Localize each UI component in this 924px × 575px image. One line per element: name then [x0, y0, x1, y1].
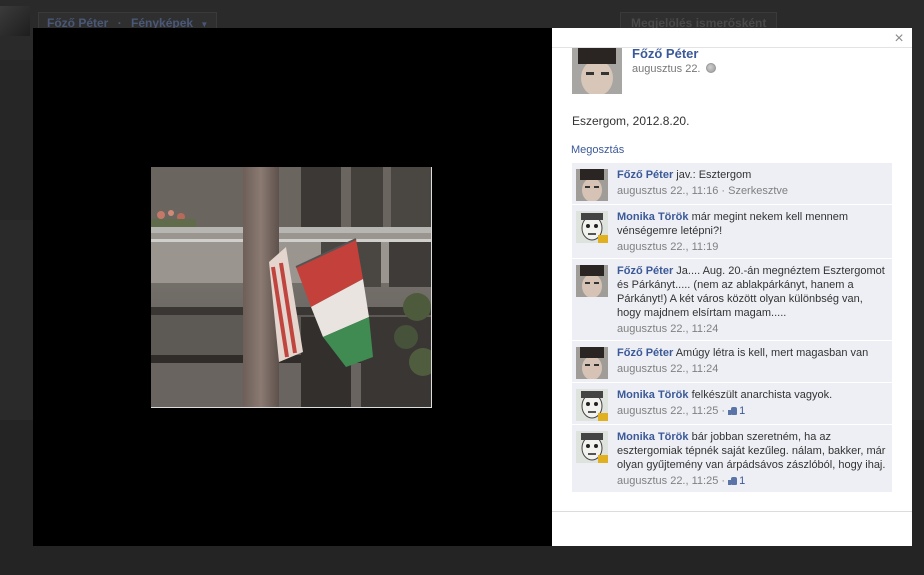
owner-name-link[interactable]: Főző Péter: [632, 46, 698, 61]
commenter-avatar-image: [576, 169, 608, 201]
comment-timestamp[interactable]: augusztus 22., 11:24: [617, 323, 718, 335]
comment-item: Monika Török bár jobban szeretném, ha az…: [572, 425, 892, 493]
commenter-avatar-image: [576, 389, 608, 421]
commenter-name-link[interactable]: Főző Péter: [617, 169, 673, 181]
commenter-name-link[interactable]: Főző Péter: [617, 265, 673, 277]
post-date[interactable]: augusztus 22.: [632, 63, 716, 75]
thumbs-up-icon[interactable]: [728, 406, 738, 415]
comment-meta: augusztus 22., 11:24: [617, 323, 888, 335]
comment-body: Monika Török felkészült anarchista vagyo…: [617, 388, 888, 402]
comment-body: Főző Péter Amúgy létra is kell, mert mag…: [617, 346, 888, 360]
commenter-name-link[interactable]: Monika Török: [617, 431, 689, 443]
comment-text: felkészült anarchista vagyok.: [691, 389, 833, 401]
commenter-avatar-image: [576, 265, 608, 297]
close-icon[interactable]: ×: [892, 31, 906, 47]
comment-meta: augusztus 22., 11:25 · 1: [617, 405, 888, 417]
owner-avatar[interactable]: [572, 48, 622, 94]
thumbs-up-icon[interactable]: [728, 476, 738, 485]
commenter-name-link[interactable]: Monika Török: [617, 389, 689, 401]
comment-body: Főző Péter Ja.... Aug. 20.-án megnéztem …: [617, 264, 888, 320]
comment-meta: augusztus 22., 11:25 · 1: [617, 475, 888, 487]
photo[interactable]: [151, 167, 432, 408]
commenter-avatar[interactable]: [576, 265, 608, 297]
comment-body: Főző Péter jav.: Esztergom: [617, 168, 888, 182]
comment-meta: augusztus 22., 11:24: [617, 363, 888, 375]
photo-caption: Eszergom, 2012.8.20.: [572, 114, 690, 128]
comment-item: Monika Török felkészült anarchista vagyo…: [572, 383, 892, 425]
commenter-avatar-image: [576, 431, 608, 463]
like-count[interactable]: 1: [739, 405, 745, 417]
commenter-avatar-image: [576, 347, 608, 379]
photo-stage[interactable]: [33, 28, 553, 546]
comment-body: Monika Török már megint nekem kell menne…: [617, 210, 888, 238]
photo-image: [151, 167, 431, 407]
comment-input-area[interactable]: [552, 511, 912, 546]
panel-header: [552, 28, 912, 48]
comment-item: Monika Török már megint nekem kell menne…: [572, 205, 892, 259]
commenter-avatar[interactable]: [576, 347, 608, 379]
comment-item: Főző Péter Amúgy létra is kell, mert mag…: [572, 341, 892, 383]
comment-meta: augusztus 22., 11:19: [617, 241, 888, 253]
commenter-name-link[interactable]: Főző Péter: [617, 347, 673, 359]
comment-item: Főző Péter jav.: Esztergom augusztus 22.,…: [572, 163, 892, 205]
profile-avatar: [0, 6, 30, 36]
comment-timestamp[interactable]: augusztus 22., 11:19: [617, 241, 718, 253]
comment-text: Amúgy létra is kell, mert magasban van: [675, 347, 869, 359]
like-count[interactable]: 1: [739, 475, 745, 487]
share-link[interactable]: Megosztás: [571, 144, 624, 156]
comment-timestamp[interactable]: augusztus 22., 11:25: [617, 405, 718, 417]
photo-sidebar: × Főző Péter augusztus 22. Eszergom, 201…: [552, 28, 912, 546]
meta-separator: ·: [718, 405, 726, 417]
edited-marker[interactable]: · Szerkesztve: [718, 185, 788, 197]
background-panel: [0, 60, 34, 220]
comment-timestamp[interactable]: augusztus 22., 11:16: [617, 185, 718, 197]
comment-text: jav.: Esztergom: [676, 169, 752, 181]
owner-avatar-image: [572, 48, 622, 94]
meta-separator: ·: [718, 475, 726, 487]
comment-list: Főző Péter jav.: Esztergom augusztus 22.,…: [572, 163, 892, 512]
commenter-avatar[interactable]: [576, 211, 608, 243]
commenter-avatar-image: [576, 211, 608, 243]
comment-timestamp[interactable]: augusztus 22., 11:25: [617, 475, 718, 487]
comment-timestamp[interactable]: augusztus 22., 11:24: [617, 363, 718, 375]
comment-body: Monika Török bár jobban szeretném, ha az…: [617, 430, 888, 472]
commenter-avatar[interactable]: [576, 431, 608, 463]
commenter-avatar[interactable]: [576, 389, 608, 421]
comment-item: Főző Péter Ja.... Aug. 20.-án megnéztem …: [572, 259, 892, 341]
comment-meta: augusztus 22., 11:16 · Szerkesztve: [617, 185, 888, 197]
commenter-avatar[interactable]: [576, 169, 608, 201]
commenter-name-link[interactable]: Monika Török: [617, 211, 689, 223]
globe-icon: [705, 63, 716, 73]
post-date-label[interactable]: augusztus 22.: [632, 63, 701, 75]
